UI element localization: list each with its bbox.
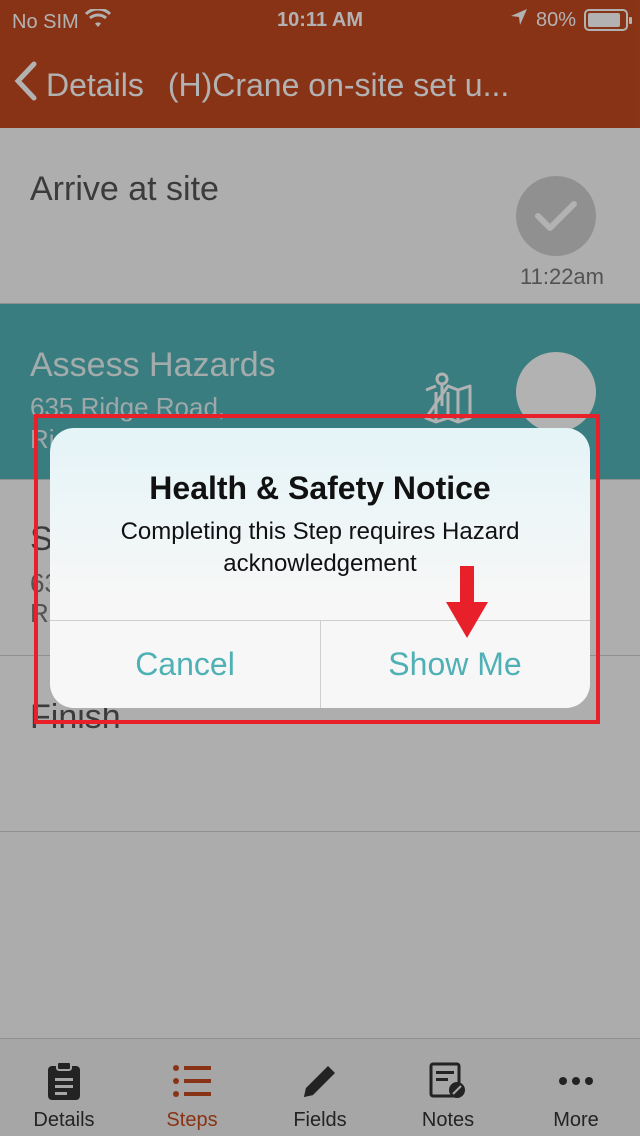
highlight-box (34, 414, 600, 724)
arrow-down-icon (446, 566, 488, 645)
